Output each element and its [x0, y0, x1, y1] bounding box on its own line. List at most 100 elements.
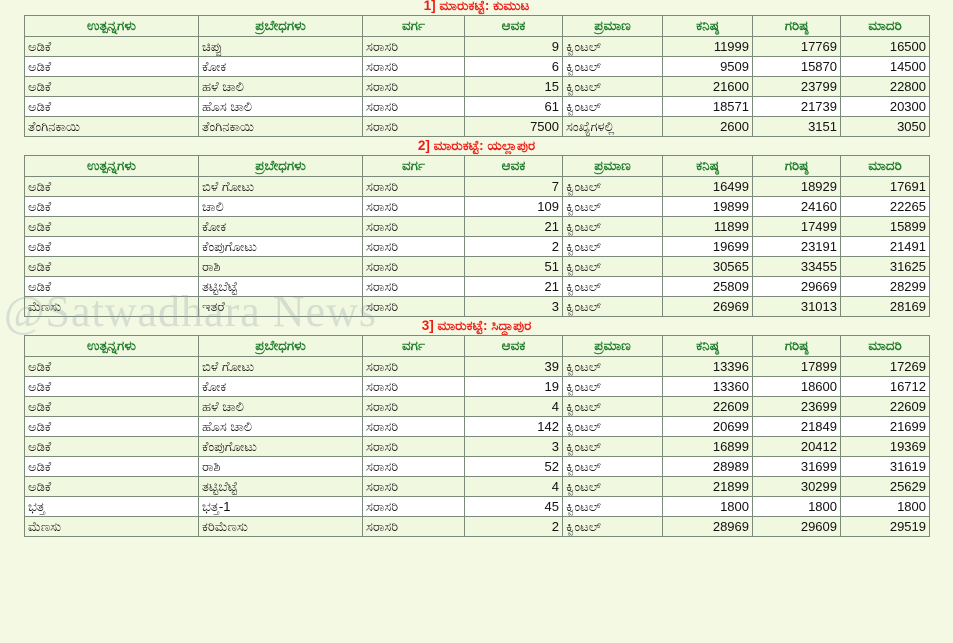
modal-price-cell: 29519 — [840, 516, 930, 537]
unit-cell: ಕ್ವಿಂಟಲ್ — [562, 296, 663, 317]
max-price-cell: 29669 — [752, 276, 841, 297]
column-header-grade: ವರ್ಗ — [362, 335, 465, 357]
market-block-2: 2] ಮಾರುಕಟ್ಟೆ: ಯಲ್ಲಾಪುರ ಉತ್ಪನ್ನಗಳು ಪ್ರಬೇಧ… — [24, 137, 930, 317]
table-row: ಅಡಿಕೆ ಕೋಕ ಸರಾಸರಿ 19 ಕ್ವಿಂಟಲ್ 13360 18600 16712 — [24, 376, 930, 397]
product-cell: ಅಡಿಕೆ — [24, 476, 199, 497]
unit-cell: ಕ್ವಿಂಟಲ್ — [562, 216, 663, 237]
product-cell: ಅಡಿಕೆ — [24, 436, 199, 457]
grade-cell: ಸರಾಸರಿ — [362, 56, 465, 77]
table-header-row: ಉತ್ಪನ್ನಗಳು ಪ್ರಬೇಧಗಳು ವರ್ಗ ಆವಕ ಪ್ರಮಾಣ ಕನಿ… — [24, 15, 930, 37]
max-price-cell: 18600 — [752, 376, 841, 397]
grade-cell: ಸರಾಸರಿ — [362, 76, 465, 97]
product-cell: ಅಡಿಕೆ — [24, 396, 199, 417]
table-row: ಅಡಿಕೆ ಹಳೆ ಚಾಲಿ ಸರಾಸರಿ 15 ಕ್ವಿಂಟಲ್ 21600 23799 2… — [24, 76, 930, 97]
modal-price-cell: 16712 — [840, 376, 930, 397]
table-row: ಮೆಣಸು ಕರಿಮೆಣಸು ಸರಾಸರಿ 2 ಕ್ವಿಂಟಲ್ 28969 29609 29… — [24, 516, 930, 537]
arrival-cell: 3 — [464, 436, 563, 457]
min-price-cell: 28989 — [662, 456, 753, 477]
grade-cell: ಸರಾಸರಿ — [362, 96, 465, 117]
column-header-arrival: ಆವಕ — [464, 335, 563, 357]
product-cell: ಅಡಿಕೆ — [24, 196, 199, 217]
modal-price-cell: 25629 — [840, 476, 930, 497]
table-row: ಅಡಿಕೆ ರಾಶಿ ಸರಾಸರಿ 51 ಕ್ವಿಂಟಲ್ 30565 33455 31625 — [24, 256, 930, 277]
table-row: ಭತ್ತ ಭತ್ತ-1 ಸರಾಸರಿ 45 ಕ್ವಿಂಟಲ್ 1800 1800 1800 — [24, 496, 930, 517]
column-header-variety: ಪ್ರಬೇಧಗಳು — [198, 15, 363, 37]
arrival-cell: 2 — [464, 236, 563, 257]
table-row: ಅಡಿಕೆ ಹೊಸ ಚಾಲಿ ಸರಾಸರಿ 61 ಕ್ವಿಂಟಲ್ 18571 21739 2… — [24, 96, 930, 117]
table-row: ಅಡಿಕೆ ತಟ್ಟಿಬೆಟ್ಟೆ ಸರಾಸರಿ 21 ಕ್ವಿಂಟಲ್ 25809 296… — [24, 276, 930, 297]
unit-cell: ಕ್ವಿಂಟಲ್ — [562, 56, 663, 77]
min-price-cell: 9509 — [662, 56, 753, 77]
market-block-3: 3] ಮಾರುಕಟ್ಟೆ: ಸಿದ್ದಾಪುರ ಉತ್ಪನ್ನಗಳು ಪ್ರಬೇ… — [24, 317, 930, 537]
product-cell: ತೆಂಗಿನಕಾಯಿ — [24, 116, 199, 137]
table-row: ಅಡಿಕೆ ಕೋಕ ಸರಾಸರಿ 21 ಕ್ವಿಂಟಲ್ 11899 17499 15899 — [24, 216, 930, 237]
min-price-cell: 26969 — [662, 296, 753, 317]
max-price-cell: 23799 — [752, 76, 841, 97]
modal-price-cell: 14500 — [840, 56, 930, 77]
arrival-cell: 45 — [464, 496, 563, 517]
table-row: ಮೆಣಸು ಇತರೆ ಸರಾಸರಿ 3 ಕ್ವಿಂಟಲ್ 26969 31013 28169 — [24, 296, 930, 317]
unit-cell: ಕ್ವಿಂಟಲ್ — [562, 456, 663, 477]
arrival-cell: 51 — [464, 256, 563, 277]
variety-cell: ಕೋಕ — [198, 376, 363, 397]
modal-price-cell: 3050 — [840, 116, 930, 137]
arrival-cell: 2 — [464, 516, 563, 537]
product-cell: ಮೆಣಸು — [24, 516, 199, 537]
variety-cell: ಚಿಪ್ಪು — [198, 36, 363, 57]
product-cell: ಮೆಣಸು — [24, 296, 199, 317]
unit-cell: ಕ್ವಿಂಟಲ್ — [562, 436, 663, 457]
modal-price-cell: 15899 — [840, 216, 930, 237]
variety-cell: ಕೋಕ — [198, 216, 363, 237]
table-header-row: ಉತ್ಪನ್ನಗಳು ಪ್ರಬೇಧಗಳು ವರ್ಗ ಆವಕ ಪ್ರಮಾಣ ಕನಿ… — [24, 335, 930, 357]
arrival-cell: 3 — [464, 296, 563, 317]
table-row: ಅಡಿಕೆ ಹೊಸ ಚಾಲಿ ಸರಾಸರಿ 142 ಕ್ವಿಂಟಲ್ 20699 21849… — [24, 416, 930, 437]
variety-cell: ಹೊಸ ಚಾಲಿ — [198, 96, 363, 117]
market-table-2: ಉತ್ಪನ್ನಗಳು ಪ್ರಬೇಧಗಳು ವರ್ಗ ಆವಕ ಪ್ರಮಾಣ ಕನಿ… — [24, 155, 930, 317]
min-price-cell: 22609 — [662, 396, 753, 417]
product-cell: ಅಡಿಕೆ — [24, 36, 199, 57]
min-price-cell: 20699 — [662, 416, 753, 437]
column-header-max: ಗರಿಷ್ಠ — [752, 15, 841, 37]
column-header-arrival: ಆವಕ — [464, 15, 563, 37]
max-price-cell: 18929 — [752, 176, 841, 197]
market-table-3: ಉತ್ಪನ್ನಗಳು ಪ್ರಬೇಧಗಳು ವರ್ಗ ಆವಕ ಪ್ರಮಾಣ ಕನಿ… — [24, 335, 930, 537]
market-table-3-body: ಅಡಿಕೆ ಬಿಳೆ ಗೋಟು ಸರಾಸರಿ 39 ಕ್ವಿಂಟಲ್ 13396 17899… — [24, 356, 930, 537]
unit-cell: ಕ್ವಿಂಟಲ್ — [562, 276, 663, 297]
max-price-cell: 31013 — [752, 296, 841, 317]
market-price-report-page: @Satwadhara News 1] ಮಾರುಕಟ್ಟೆ: ಕುಮುಟ ಉತ್… — [0, 0, 953, 641]
min-price-cell: 16899 — [662, 436, 753, 457]
column-header-unit: ಪ್ರಮಾಣ — [562, 335, 663, 357]
modal-price-cell: 31619 — [840, 456, 930, 477]
arrival-cell: 142 — [464, 416, 563, 437]
product-cell: ಅಡಿಕೆ — [24, 456, 199, 477]
modal-price-cell: 16500 — [840, 36, 930, 57]
grade-cell: ಸರಾಸರಿ — [362, 436, 465, 457]
min-price-cell: 13360 — [662, 376, 753, 397]
product-cell: ಅಡಿಕೆ — [24, 56, 199, 77]
table-row: ಅಡಿಕೆ ರಾಶಿ ಸರಾಸರಿ 52 ಕ್ವಿಂಟಲ್ 28989 31699 31619 — [24, 456, 930, 477]
grade-cell: ಸರಾಸರಿ — [362, 476, 465, 497]
variety-cell: ಬಿಳೆ ಗೋಟು — [198, 176, 363, 197]
unit-cell: ಕ್ವಿಂಟಲ್ — [562, 36, 663, 57]
min-price-cell: 2600 — [662, 116, 753, 137]
variety-cell: ಕೆಂಪುಗೋಟು — [198, 436, 363, 457]
modal-price-cell: 22265 — [840, 196, 930, 217]
min-price-cell: 19699 — [662, 236, 753, 257]
market-block-1: 1] ಮಾರುಕಟ್ಟೆ: ಕುಮುಟ ಉತ್ಪನ್ನಗಳು ಪ್ರಬೇಧಗಳು… — [24, 0, 930, 137]
max-price-cell: 24160 — [752, 196, 841, 217]
product-cell: ಅಡಿಕೆ — [24, 256, 199, 277]
arrival-cell: 61 — [464, 96, 563, 117]
column-header-modal: ಮಾದರಿ — [840, 15, 930, 37]
arrival-cell: 4 — [464, 396, 563, 417]
table-row: ಅಡಿಕೆ ಕೋಕ ಸರಾಸರಿ 6 ಕ್ವಿಂಟಲ್ 9509 15870 14500 — [24, 56, 930, 77]
arrival-cell: 39 — [464, 356, 563, 377]
product-cell: ಅಡಿಕೆ — [24, 216, 199, 237]
unit-cell: ಕ್ವಿಂಟಲ್ — [562, 356, 663, 377]
max-price-cell: 17769 — [752, 36, 841, 57]
product-cell: ಅಡಿಕೆ — [24, 176, 199, 197]
table-row: ಅಡಿಕೆ ಕೆಂಪುಗೋಟು ಸರಾಸರಿ 3 ಕ್ವಿಂಟಲ್ 16899 20412 1… — [24, 436, 930, 457]
variety-cell: ತಟ್ಟಿಬೆಟ್ಟೆ — [198, 476, 363, 497]
grade-cell: ಸರಾಸರಿ — [362, 276, 465, 297]
column-header-grade: ವರ್ಗ — [362, 15, 465, 37]
unit-cell: ಕ್ವಿಂಟಲ್ — [562, 516, 663, 537]
